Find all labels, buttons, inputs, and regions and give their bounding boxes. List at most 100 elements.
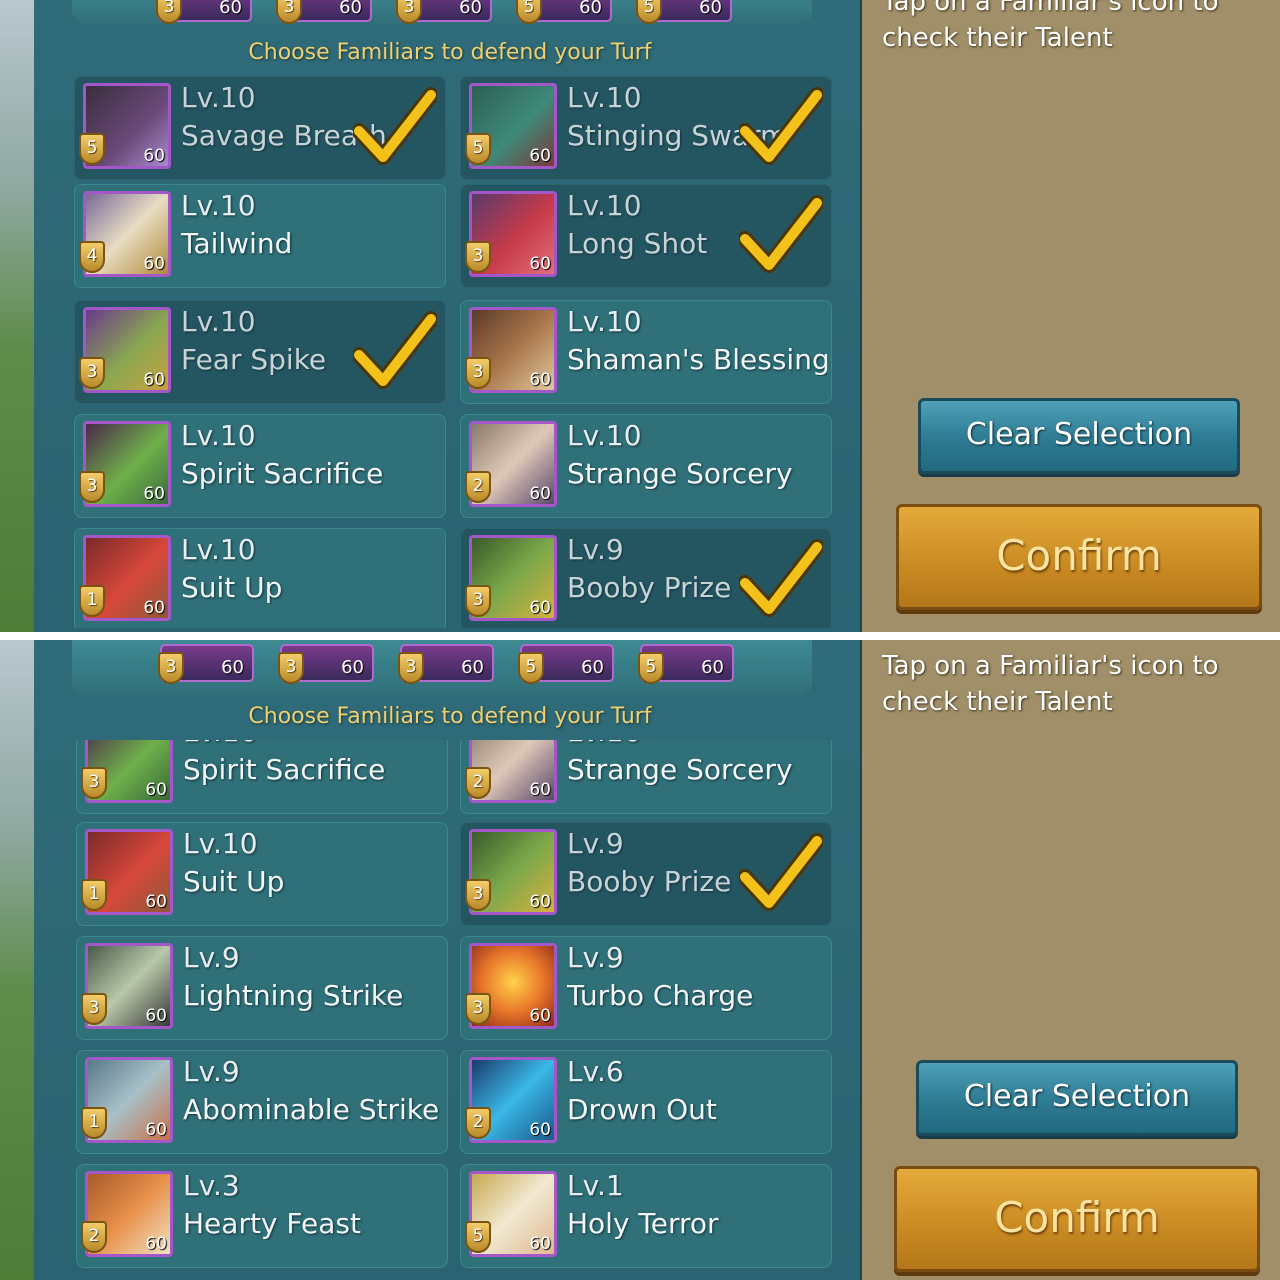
team-slot[interactable]: 3 60 (398, 644, 494, 684)
familiar-card[interactable]: 60 2 Lv.10 Strange Sorcery (460, 414, 832, 518)
familiar-card[interactable]: 60 4 Lv.10 Tailwind (74, 184, 446, 288)
familiar-level: Lv.3 (183, 1169, 240, 1202)
tier-shield: 2 (465, 471, 491, 503)
tier-shield: 2 (81, 1221, 107, 1253)
portrait-level: 60 (529, 370, 551, 390)
tier-shield: 3 (158, 652, 184, 684)
team-slot[interactable]: 3 60 (396, 0, 492, 24)
portrait-level: 60 (529, 484, 551, 504)
team-slot-level: 60 (699, 0, 722, 18)
tier-shield: 2 (465, 767, 491, 799)
portrait-level: 60 (145, 1120, 167, 1140)
tier-shield: 3 (465, 993, 491, 1025)
familiar-card[interactable]: 60 3 Lv.9 Lightning Strike (76, 936, 448, 1040)
portrait-level: 60 (529, 780, 551, 800)
familiar-level: Lv.10 (183, 740, 258, 748)
familiar-level: Lv.10 (181, 533, 256, 566)
familiar-name: Shaman's Blessing (567, 343, 827, 376)
familiar-name: Hearty Feast (183, 1207, 361, 1240)
familiar-card[interactable]: 60 3 Lv.9 Booby Prize (460, 528, 832, 628)
familiar-level: Lv.10 (567, 81, 642, 114)
familiar-level: Lv.1 (567, 1169, 624, 1202)
team-slot-level: 60 (339, 0, 362, 18)
familiar-card[interactable]: 60 3 Lv.9 Booby Prize (460, 822, 832, 926)
familiar-level: Lv.9 (567, 533, 624, 566)
familiar-level: Lv.10 (181, 81, 256, 114)
familiar-card[interactable]: 60 3 Lv.10 Spirit Sacrifice (74, 414, 446, 518)
familiar-card[interactable]: 60 1 Lv.10 Suit Up (76, 822, 448, 926)
familiar-name: Spirit Sacrifice (181, 457, 384, 490)
team-slot[interactable]: 5 60 (636, 0, 732, 24)
confirm-button[interactable]: Confirm (894, 1166, 1260, 1272)
familiar-card[interactable]: 60 5 Lv.1 Holy Terror (460, 1164, 832, 1268)
familiar-card[interactable]: 60 5 Lv.10 Stinging Swarm (460, 76, 832, 180)
tier-shield: 3 (156, 0, 182, 24)
tier-shield: 5 (465, 1221, 491, 1253)
tier-shield: 1 (81, 1107, 107, 1139)
familiar-card[interactable]: 60 3 Lv.9 Turbo Charge (460, 936, 832, 1040)
familiar-card[interactable]: 60 3 Lv.10 Spirit Sacrifice (76, 740, 448, 814)
familiar-card[interactable]: 60 2 Lv.3 Hearty Feast (76, 1164, 448, 1268)
tier-shield: 3 (398, 652, 424, 684)
familiar-card[interactable]: 60 2 Lv.6 Drown Out (460, 1050, 832, 1154)
checkmark-icon (739, 195, 823, 273)
familiar-card[interactable]: 60 3 Lv.10 Fear Spike (74, 300, 446, 404)
familiar-name: Strange Sorcery (567, 457, 793, 490)
familiar-level: Lv.10 (567, 419, 642, 452)
checkmark-icon (353, 311, 437, 389)
team-slot[interactable]: 3 60 (158, 644, 254, 684)
familiar-name: Strange Sorcery (567, 753, 793, 786)
team-slot-level: 60 (579, 0, 602, 18)
tier-shield: 3 (79, 471, 105, 503)
team-slot[interactable]: 3 60 (278, 644, 374, 684)
team-slot-level: 60 (701, 657, 724, 678)
portrait-level: 60 (143, 254, 165, 274)
tier-shield: 5 (516, 0, 542, 24)
checkmark-icon (353, 87, 437, 165)
portrait-level: 60 (529, 1006, 551, 1026)
checkmark-icon (739, 87, 823, 165)
familiar-card[interactable]: 60 3 Lv.10 Long Shot (460, 184, 832, 288)
tier-shield: 3 (465, 241, 491, 273)
familiar-level: Lv.10 (181, 419, 256, 452)
familiar-name: Suit Up (183, 865, 285, 898)
familiar-card[interactable]: 60 5 Lv.10 Savage Breath (74, 76, 446, 180)
team-slot[interactable]: 5 60 (518, 644, 614, 684)
familiar-level: Lv.10 (183, 827, 258, 860)
screenshot-top: 3 60 3 60 3 60 5 60 5 60 Choose Familiar… (0, 0, 1280, 634)
portrait-level: 60 (143, 484, 165, 504)
tier-shield: 3 (396, 0, 422, 24)
familiar-level: Lv.9 (567, 941, 624, 974)
tier-shield: 1 (81, 879, 107, 911)
familiar-card[interactable]: 60 3 Lv.10 Shaman's Blessing (460, 300, 832, 404)
team-slot-level: 60 (459, 0, 482, 18)
familiar-level: Lv.9 (567, 827, 624, 860)
tier-shield: 3 (79, 357, 105, 389)
team-slot[interactable]: 5 60 (638, 644, 734, 684)
portrait-level: 60 (145, 1234, 167, 1254)
clear-selection-button[interactable]: Clear Selection (918, 398, 1240, 474)
portrait-level: 60 (529, 1120, 551, 1140)
familiar-card[interactable]: 60 1 Lv.10 Suit Up (74, 528, 446, 628)
familiar-name: Holy Terror (567, 1207, 719, 1240)
portrait-level: 60 (529, 1234, 551, 1254)
team-slot-level: 60 (461, 657, 484, 678)
familiar-grid: 60 3 Lv.10 Spirit Sacrifice 60 2 Lv.10 S… (70, 740, 840, 1280)
clear-selection-button[interactable]: Clear Selection (916, 1060, 1238, 1136)
familiar-card[interactable]: 60 1 Lv.9 Abominable Strike (76, 1050, 448, 1154)
team-slot[interactable]: 3 60 (156, 0, 252, 24)
portrait-level: 60 (143, 370, 165, 390)
familiar-name: Drown Out (567, 1093, 717, 1126)
tier-shield: 1 (79, 585, 105, 617)
team-slot[interactable]: 5 60 (516, 0, 612, 24)
familiar-level: Lv.10 (181, 189, 256, 222)
team-slot-level: 60 (341, 657, 364, 678)
familiar-name: Suit Up (181, 571, 283, 604)
confirm-button[interactable]: Confirm (896, 504, 1262, 610)
tier-shield: 3 (465, 585, 491, 617)
familiar-level: Lv.10 (567, 740, 642, 748)
checkmark-icon (739, 539, 823, 617)
tier-shield: 5 (79, 133, 105, 165)
team-slot[interactable]: 3 60 (276, 0, 372, 24)
familiar-card[interactable]: 60 2 Lv.10 Strange Sorcery (460, 740, 832, 814)
